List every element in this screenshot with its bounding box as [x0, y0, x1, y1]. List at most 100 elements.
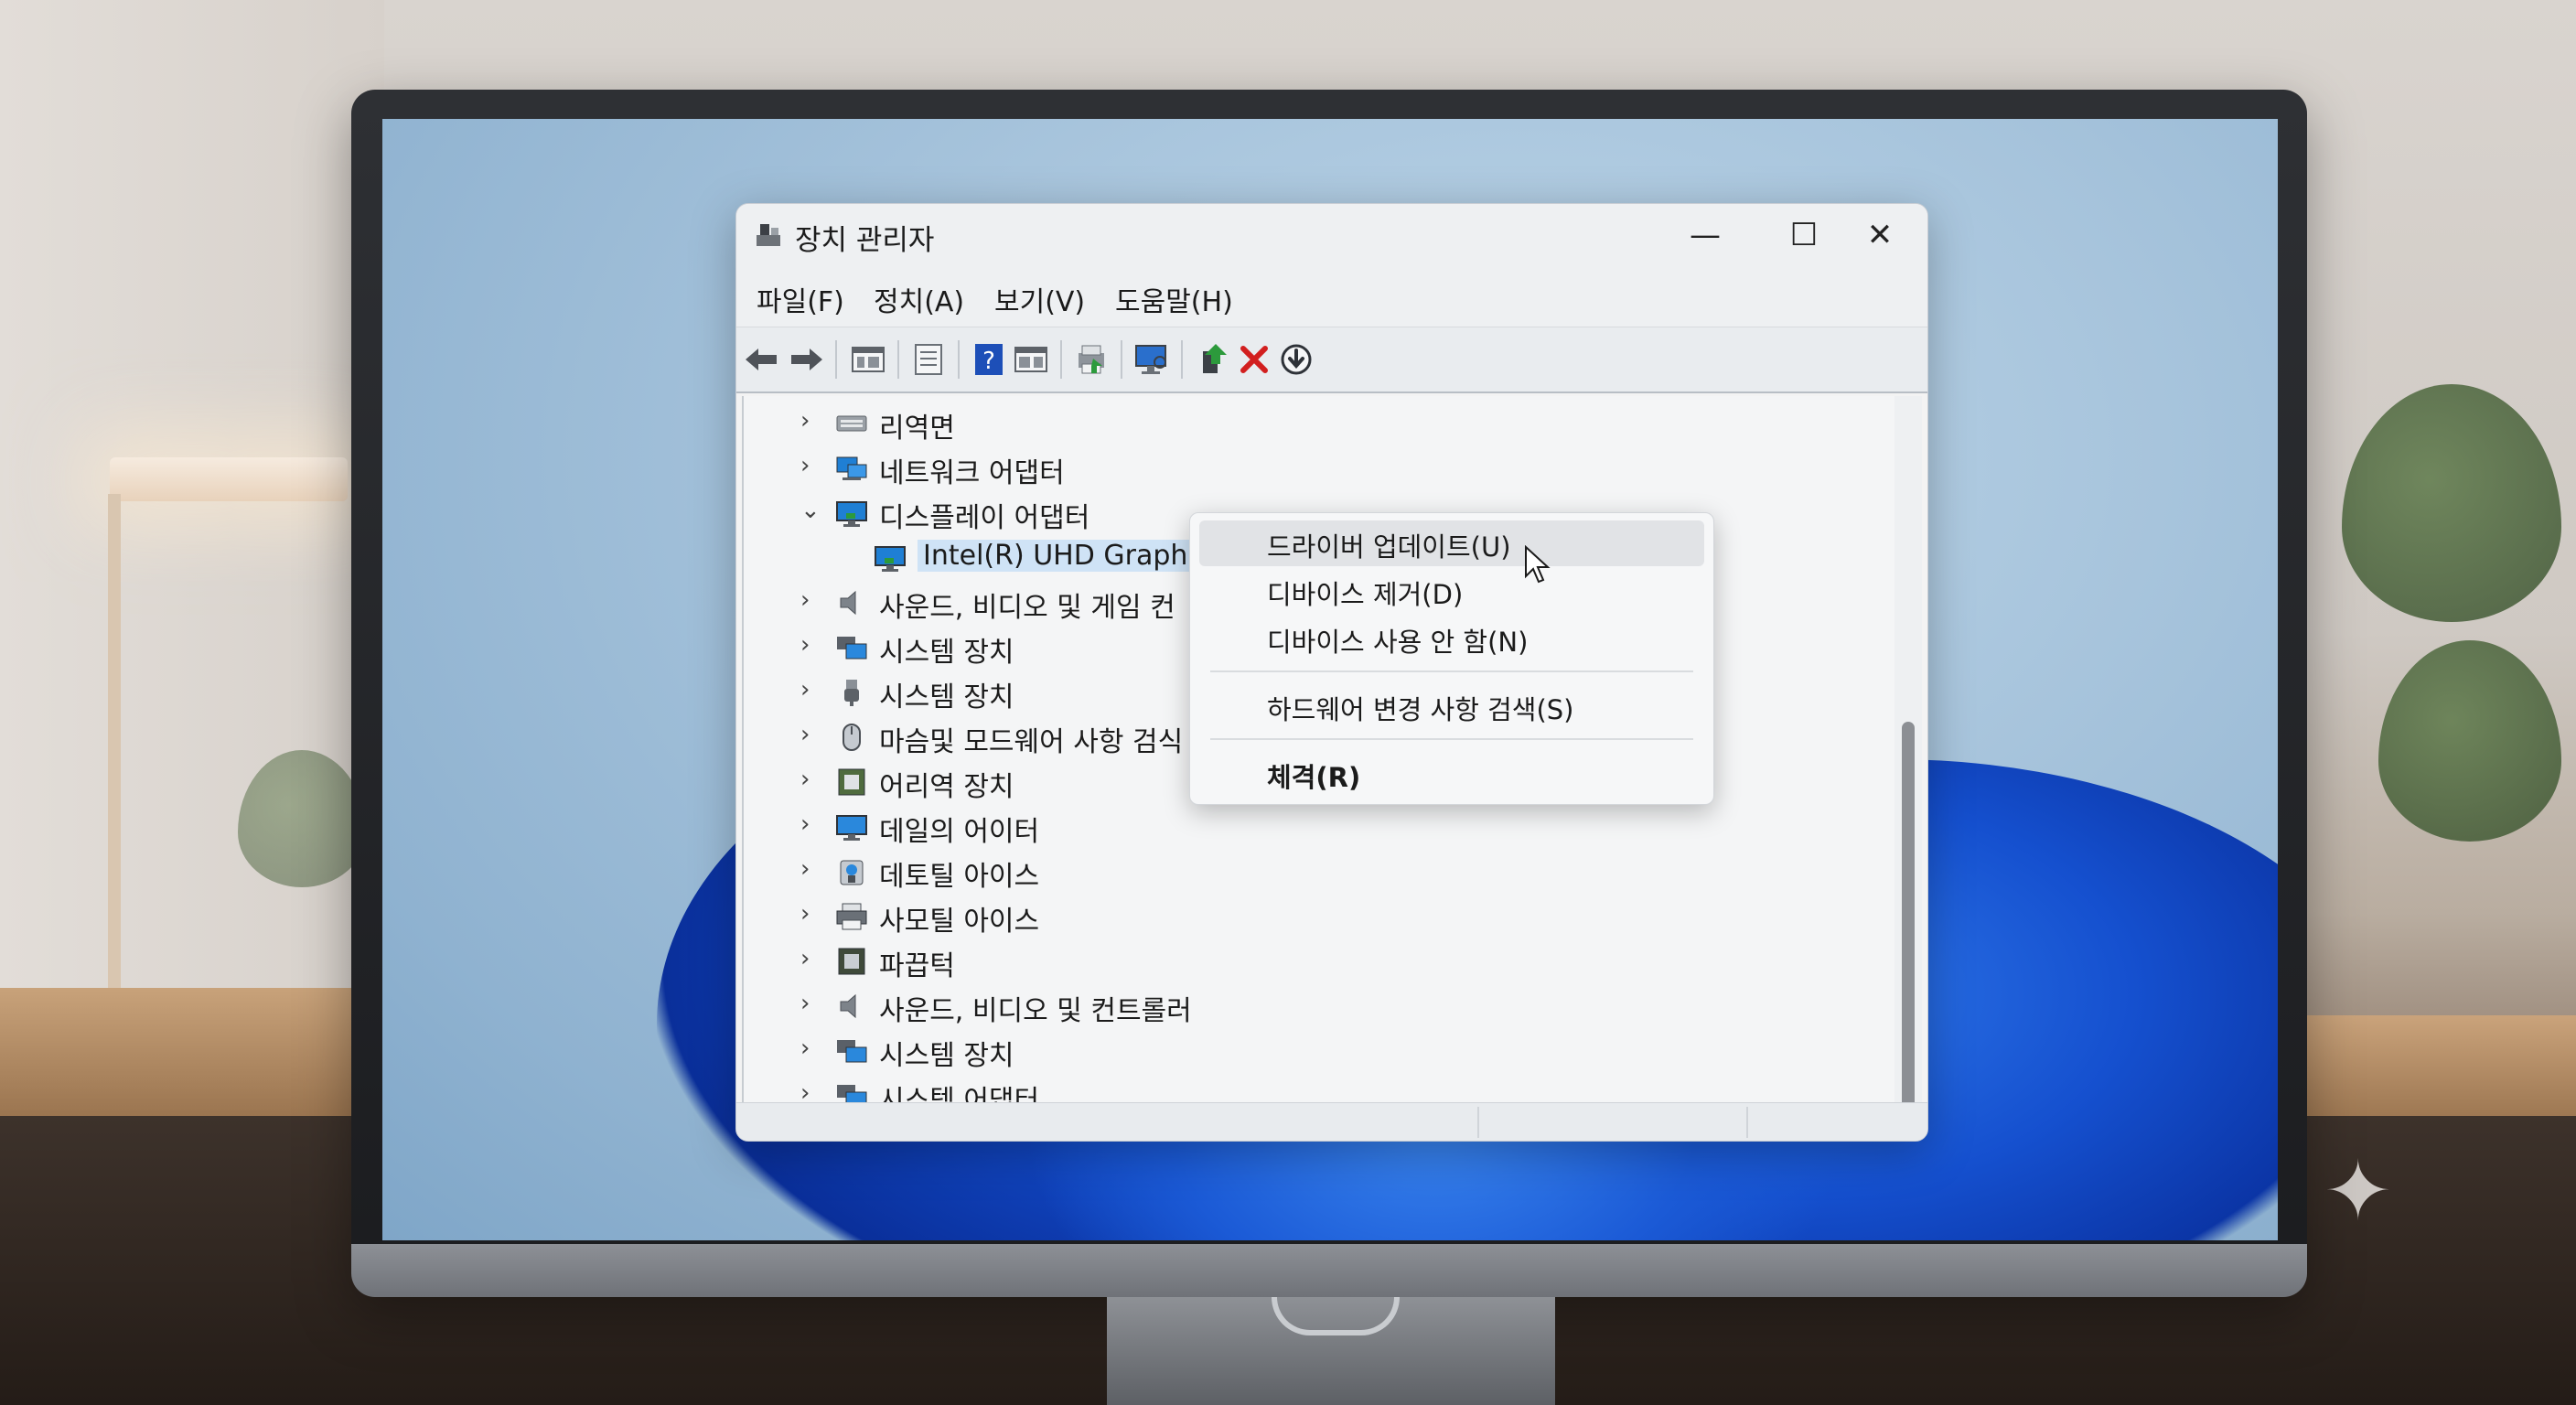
tree-item-label: 사운드, 비디오 및 게임 컨	[879, 592, 1175, 624]
tree-item-label: 마슴및 모드웨어 사항 검식	[879, 726, 1184, 758]
maximize-icon: ☐	[1789, 217, 1819, 253]
context-scan-hardware[interactable]: 하드웨어 변경 사항 검색(S)	[1199, 683, 1704, 729]
chevron-right-icon[interactable]: ›	[800, 1079, 810, 1102]
tree-item-label: 사운드, 비디오 및 컨트롤러	[879, 995, 1192, 1027]
toolbar-divider	[835, 340, 837, 379]
tree-item-label: 사모틸 아이스	[879, 906, 1040, 938]
context-item-label: 체격(R)	[1267, 762, 1361, 793]
tree-category-item[interactable]: › 파끕턱	[744, 941, 1658, 982]
usb-icon	[835, 678, 868, 707]
chevron-right-icon[interactable]: ›	[800, 721, 810, 748]
title-bar[interactable]: 장치 관리자 — ☐ ✕	[736, 204, 1927, 266]
mouse-cursor-icon	[1525, 545, 1551, 584]
printer-icon	[835, 902, 868, 931]
close-button[interactable]: ✕	[1830, 204, 1927, 266]
tree-category-item[interactable]: › 리역면	[744, 403, 1658, 445]
chevron-right-icon[interactable]: ›	[800, 586, 810, 614]
context-item-label: 디바이스 제거(D)	[1267, 579, 1464, 610]
tree-category-item[interactable]: › 사모틸 아이스	[744, 896, 1658, 938]
display-adapter-icon	[835, 499, 868, 528]
device-manager-icon	[757, 224, 780, 246]
chevron-right-icon[interactable]: ›	[800, 990, 810, 1017]
tree-category-item[interactable]: › 시스템 어댑터	[744, 1076, 1658, 1104]
monitor-icon	[835, 812, 868, 842]
menu-file[interactable]: 파일(F)	[757, 279, 844, 319]
mouse-icon	[835, 723, 868, 752]
uninstall-icon[interactable]	[1234, 340, 1274, 379]
print-icon[interactable]	[1071, 340, 1111, 379]
display-adapter-icon	[874, 543, 907, 573]
status-divider	[1746, 1107, 1748, 1138]
chevron-right-icon[interactable]: ›	[800, 452, 810, 479]
device-view-icon[interactable]	[1011, 340, 1051, 379]
speaker-icon	[835, 992, 868, 1021]
close-icon: ✕	[1866, 217, 1894, 253]
plant-leaves	[2342, 384, 2561, 622]
svg-text:?: ?	[982, 348, 995, 375]
monitor-chin	[351, 1244, 2307, 1297]
context-item-label: 디바이스 사용 안 함(N)	[1267, 627, 1529, 658]
tree-category-item[interactable]: › 데일의 어이터	[744, 807, 1658, 848]
minimize-button[interactable]: —	[1656, 204, 1755, 266]
system-device-icon	[835, 633, 868, 662]
disable-device-icon[interactable]	[1276, 340, 1316, 379]
toolbar-divider	[1060, 340, 1062, 379]
chevron-down-icon[interactable]: ⌄	[800, 497, 821, 524]
menu-view[interactable]: 보기(V)	[994, 279, 1085, 319]
list-view-icon[interactable]	[908, 340, 949, 379]
context-separator	[1210, 670, 1693, 672]
tree-item-label: 시스템 장치	[879, 1040, 1014, 1072]
window-title: 장치 관리자	[795, 224, 935, 257]
menu-help[interactable]: 도움말(H)	[1115, 279, 1233, 319]
monitor-hinge	[1272, 1297, 1400, 1335]
chevron-right-icon[interactable]: ›	[800, 1035, 810, 1062]
context-update-driver[interactable]: 드라이버 업데이트(U)	[1199, 520, 1704, 566]
tree-item-label: 데일의 어이터	[879, 816, 1040, 848]
tree-item-label: 파끕턱	[879, 950, 955, 982]
tree-category-item[interactable]: › 시스템 장치	[744, 1031, 1658, 1072]
scrollbar-thumb[interactable]	[1902, 722, 1915, 1141]
chevron-right-icon[interactable]: ›	[800, 855, 810, 883]
context-item-label: 드라이버 업데이트(U)	[1267, 531, 1511, 563]
chevron-right-icon[interactable]: ›	[800, 676, 810, 703]
menu-action[interactable]: 정치(A)	[874, 279, 964, 319]
status-divider	[1477, 1107, 1479, 1138]
chevron-right-icon[interactable]: ›	[800, 407, 810, 434]
tree-category-item[interactable]: › 네트워크 어댑터	[744, 448, 1658, 489]
sparkle-icon: ✦	[2324, 1143, 2393, 1239]
tree-item-label: 시스템 장치	[879, 681, 1014, 713]
context-separator	[1210, 738, 1693, 740]
context-item-label: 하드웨어 변경 사항 검색(S)	[1267, 694, 1574, 725]
context-properties[interactable]: 체격(R)	[1199, 751, 1704, 797]
tree-item-label: 어리역 장치	[879, 771, 1014, 803]
properties-icon[interactable]	[848, 340, 888, 379]
desk-right	[2305, 1015, 2576, 1125]
chevron-right-icon[interactable]: ›	[800, 900, 810, 928]
update-driver-icon[interactable]	[1194, 340, 1234, 379]
plant-leaves	[2378, 640, 2561, 842]
toolbar-divider	[1181, 340, 1183, 379]
system-device-icon	[835, 1081, 868, 1102]
chevron-right-icon[interactable]: ›	[800, 766, 810, 793]
forward-arrow-icon[interactable]	[786, 340, 826, 379]
lamp-pole	[108, 494, 121, 1006]
context-menu: 드라이버 업데이트(U) 디바이스 제거(D) 디바이스 사용 안 함(N) 하…	[1189, 512, 1714, 805]
tree-category-item[interactable]: › 사운드, 비디오 및 컨트롤러	[744, 986, 1658, 1027]
tree-item-label: 시스템 어댑터	[879, 1085, 1040, 1104]
chevron-right-icon[interactable]: ›	[800, 631, 810, 659]
tree-item-label: 디스플레이 어댑터	[879, 502, 1090, 534]
chevron-right-icon[interactable]: ›	[800, 945, 810, 972]
help-icon[interactable]: ?	[969, 340, 1009, 379]
minimize-icon: —	[1690, 217, 1721, 253]
tree-category-item[interactable]: › 데토틸 아이스	[744, 852, 1658, 893]
desk-left	[0, 988, 384, 1116]
chevron-right-icon[interactable]: ›	[800, 810, 810, 838]
context-uninstall-device[interactable]: 디바이스 제거(D)	[1199, 568, 1704, 614]
security-device-icon	[835, 857, 868, 886]
scan-hardware-icon[interactable]	[1132, 340, 1172, 379]
context-disable-device[interactable]: 디바이스 사용 안 함(N)	[1199, 616, 1704, 661]
lamp-light	[110, 457, 348, 501]
vertical-scrollbar[interactable]	[1894, 396, 1922, 1141]
processor-icon	[835, 947, 868, 976]
back-arrow-icon[interactable]	[742, 340, 782, 379]
